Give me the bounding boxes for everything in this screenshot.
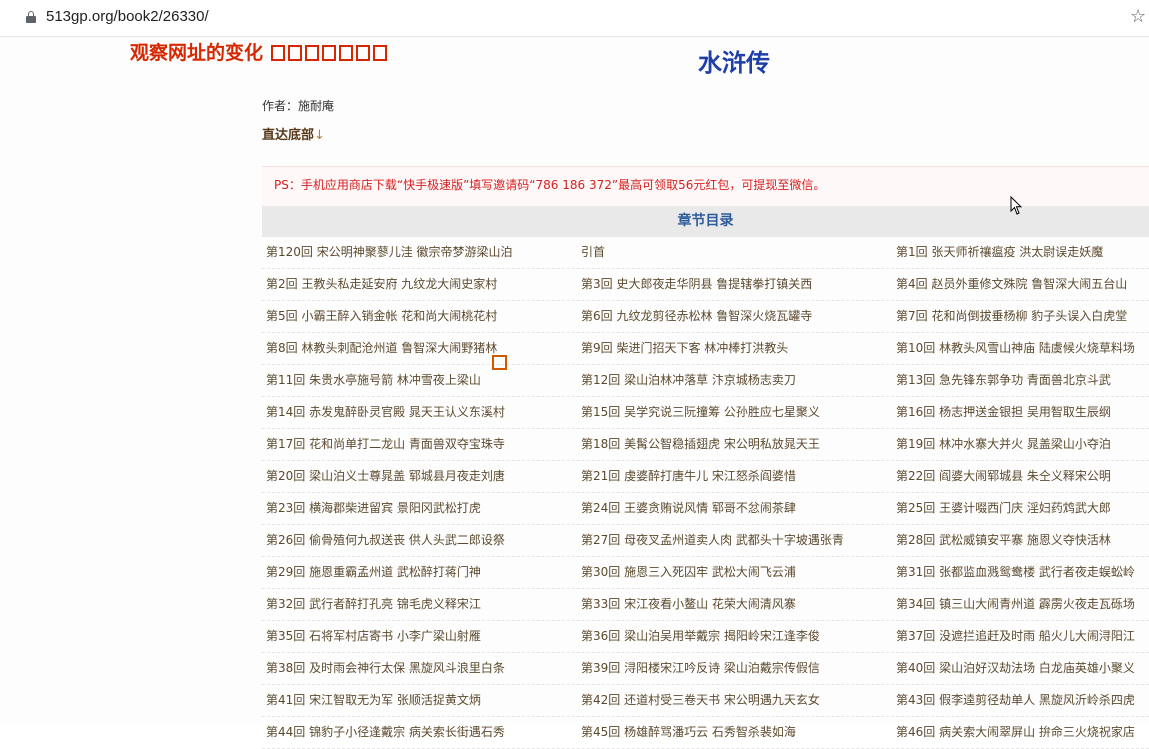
chapter-link[interactable]: 第37回 没遮拦追赶及时雨 船火儿大闹浔阳江: [896, 621, 1149, 651]
chapter-row: 第5回 小霸王醉入销金帐 花和尚大闹桃花村 第6回 九纹龙剪径赤松林 鲁智深火烧瓦…: [262, 301, 1149, 333]
chapter-link[interactable]: 第16回 杨志押送金银担 吴用智取生辰纲: [896, 397, 1149, 427]
chapter-list: 第120回 宋公明神聚蓼儿洼 徽宗帝梦游梁山泊 引首 第1回 张天师祈禳瘟疫 洪太尉…: [262, 237, 1149, 749]
url-text[interactable]: 513gp.org/book2/26330/: [46, 8, 209, 25]
missing-glyph-box: [288, 45, 303, 61]
book-author: 作者：施耐庵: [262, 99, 335, 113]
missing-glyph-box: [339, 45, 354, 61]
chapter-row: 第32回 武行者醉打孔亮 锦毛虎义释宋江 第33回 宋江夜看小鳌山 花荣大闹清风寨…: [262, 589, 1149, 621]
toc-header-title: 章节目录: [677, 213, 734, 229]
mouse-cursor-icon: [1010, 196, 1022, 215]
missing-glyph-box: [356, 45, 371, 61]
book-title: 水浒传: [698, 49, 770, 77]
chapter-link[interactable]: 第20回 梁山泊义士尊晁盖 郓城县月夜走刘唐: [266, 461, 576, 491]
chapter-link[interactable]: 第32回 武行者醉打孔亮 锦毛虎义释宋江: [266, 589, 576, 619]
chapter-link[interactable]: 第6回 九纹龙剪径赤松林 鲁智深火烧瓦罐寺: [581, 301, 891, 331]
lock-icon[interactable]: [26, 11, 36, 23]
chapter-link[interactable]: 第3回 史大郎夜走华阴县 鲁提辖拳打镇关西: [581, 269, 891, 299]
chapter-link[interactable]: 第9回 柴进门招天下客 林冲棒打洪教头: [581, 333, 891, 363]
chapter-link[interactable]: 第22回 阎婆大闹郓城县 朱仝义释宋公明: [896, 461, 1149, 491]
chapter-link[interactable]: 第8回 林教头刺配沧州道 鲁智深大闹野猪林: [266, 333, 576, 363]
chapter-link[interactable]: 第36回 梁山泊吴用举戴宗 揭阳岭宋江逢李俊: [581, 621, 891, 651]
chapter-row: 第2回 王教头私走延安府 九纹龙大闹史家村 第3回 史大郎夜走华阴县 鲁提辖拳打镇…: [262, 269, 1149, 301]
chapter-row: 第35回 石将军村店寄书 小李广梁山射雁 第36回 梁山泊吴用举戴宗 揭阳岭宋江逢…: [262, 621, 1149, 653]
chapter-link[interactable]: 第21回 虔婆醉打唐牛儿 宋江怒杀阎婆惜: [581, 461, 891, 491]
chapter-link[interactable]: 第39回 浔阳楼宋江吟反诗 梁山泊戴宗传假信: [581, 653, 891, 683]
chapter-link[interactable]: 第14回 赤发鬼醉卧灵官殿 晁天王认义东溪村: [266, 397, 576, 427]
chapter-link[interactable]: 第30回 施恩三入死囚牢 武松大闹飞云浦: [581, 557, 891, 587]
missing-glyph-box: [322, 45, 337, 61]
down-arrow-icon[interactable]: ↓: [314, 128, 325, 143]
chapter-row: 第8回 林教头刺配沧州道 鲁智深大闹野猪林 第9回 柴进门招天下客 林冲棒打洪教头…: [262, 333, 1149, 365]
chapter-link[interactable]: 第11回 朱贵水亭施号箭 林冲雪夜上梁山: [266, 365, 576, 395]
chapter-link[interactable]: 引首: [581, 237, 891, 267]
chapter-link[interactable]: 第33回 宋江夜看小鳌山 花荣大闹清风寨: [581, 589, 891, 619]
bookmark-star-icon[interactable]: ☆: [1130, 6, 1146, 27]
chapter-row: 第29回 施恩重霸孟州道 武松醉打蒋门神 第30回 施恩三入死囚牢 武松大闹飞云浦…: [262, 557, 1149, 589]
chapter-row: 第11回 朱贵水亭施号箭 林冲雪夜上梁山 第12回 梁山泊林冲落草 汴京城杨志卖刀…: [262, 365, 1149, 397]
go-bottom-link[interactable]: 直达底部↓: [262, 124, 325, 143]
chapter-link[interactable]: 第23回 横海郡柴进留宾 景阳冈武松打虎: [266, 493, 576, 523]
chapter-link[interactable]: 第2回 王教头私走延安府 九纹龙大闹史家村: [266, 269, 576, 299]
chapter-link[interactable]: 第34回 镇三山大闹青州道 霹雳火夜走瓦砾场: [896, 589, 1149, 619]
chapter-row: 第20回 梁山泊义士尊晁盖 郓城县月夜走刘唐 第21回 虔婆醉打唐牛儿 宋江怒杀阎…: [262, 461, 1149, 493]
chapter-row: 第38回 及时雨会神行太保 黑旋风斗浪里白条 第39回 浔阳楼宋江吟反诗 梁山泊戴…: [262, 653, 1149, 685]
chapter-row: 第14回 赤发鬼醉卧灵官殿 晁天王认义东溪村 第15回 吴学究说三阮撞筹 公孙胜应…: [262, 397, 1149, 429]
chapter-link[interactable]: 第41回 宋江智取无为军 张顺活捉黄文炳: [266, 685, 576, 715]
chapter-row: 第17回 花和尚单打二龙山 青面兽双夺宝珠寺 第18回 美髯公智稳插翅虎 宋公明私…: [262, 429, 1149, 461]
chapter-row: 第120回 宋公明神聚蓼儿洼 徽宗帝梦游梁山泊 引首 第1回 张天师祈禳瘟疫 洪太尉…: [262, 237, 1149, 269]
chapter-link[interactable]: 第1回 张天师祈禳瘟疫 洪太尉误走妖魔: [896, 237, 1149, 267]
missing-glyph-box: [373, 45, 388, 61]
chapter-link[interactable]: 第24回 王婆贪贿说风情 郓哥不忿闹茶肆: [581, 493, 891, 523]
chapter-link[interactable]: 第40回 梁山泊好汉劫法场 白龙庙英雄小聚义: [896, 653, 1149, 683]
overlay-caption-text: 观察网址的变化: [130, 42, 264, 64]
chapter-link[interactable]: 第18回 美髯公智稳插翅虎 宋公明私放晁天王: [581, 429, 891, 459]
chapter-link[interactable]: 第29回 施恩重霸孟州道 武松醉打蒋门神: [266, 557, 576, 587]
chapter-link[interactable]: 第19回 林冲水寨大并火 晁盖梁山小夺泊: [896, 429, 1149, 459]
chapter-link[interactable]: 第7回 花和尚倒拔垂杨柳 豹子头误入白虎堂: [896, 301, 1149, 331]
chapter-link[interactable]: 第17回 花和尚单打二龙山 青面兽双夺宝珠寺: [266, 429, 576, 459]
chapter-link[interactable]: 第38回 及时雨会神行太保 黑旋风斗浪里白条: [266, 653, 576, 683]
address-bar[interactable]: 513gp.org/book2/26330/ ☆: [0, 0, 1149, 37]
go-bottom-label[interactable]: 直达底部: [262, 128, 314, 143]
chapter-link[interactable]: 第4回 赵员外重修文殊院 鲁智深大闹五台山: [896, 269, 1149, 299]
chapter-link[interactable]: 第15回 吴学究说三阮撞筹 公孙胜应七星聚义: [581, 397, 891, 427]
chapter-row: 第41回 宋江智取无为军 张顺活捉黄文炳 第42回 还道村受三卷天书 宋公明遇九天…: [262, 685, 1149, 717]
chapter-link[interactable]: 第35回 石将军村店寄书 小李广梁山射雁: [266, 621, 576, 651]
chapter-link[interactable]: 第28回 武松威镇安平寨 施恩义夺快活林: [896, 525, 1149, 555]
chapter-link[interactable]: 第12回 梁山泊林冲落草 汴京城杨志卖刀: [581, 365, 891, 395]
missing-glyph-box: [271, 45, 286, 61]
chapter-link[interactable]: 第26回 偷骨殖何九叔送丧 供人头武二郎设祭: [266, 525, 576, 555]
chapter-link[interactable]: 第25回 王婆计啜西门庆 淫妇药鸩武大郎: [896, 493, 1149, 523]
missing-glyph-box: [305, 45, 320, 61]
chapter-row: 第23回 横海郡柴进留宾 景阳冈武松打虎 第24回 王婆贪贿说风情 郓哥不忿闹茶肆…: [262, 493, 1149, 525]
promo-notice-text: PS：手机应用商店下载“快手极速版”填写邀请码“786 186 372”最高可领…: [274, 178, 826, 192]
chapter-link[interactable]: 第43回 假李逵剪径劫单人 黑旋风沂岭杀四虎: [896, 685, 1149, 715]
overlay-caption: 观察网址的变化: [130, 38, 388, 65]
chapter-link[interactable]: 第5回 小霸王醉入销金帐 花和尚大闹桃花村: [266, 301, 576, 331]
chapter-row: 第26回 偷骨殖何九叔送丧 供人头武二郎设祭 第27回 母夜叉孟州道卖人肉 武都头…: [262, 525, 1149, 557]
chapter-link[interactable]: 第42回 还道村受三卷天书 宋公明遇九天玄女: [581, 685, 891, 715]
chapter-link[interactable]: 第120回 宋公明神聚蓼儿洼 徽宗帝梦游梁山泊: [266, 237, 576, 267]
chapter-link[interactable]: 第13回 急先锋东郭争功 青面兽北京斗武: [896, 365, 1149, 395]
chapter-link[interactable]: 第27回 母夜叉孟州道卖人肉 武都头十字坡遇张青: [581, 525, 891, 555]
chapter-link[interactable]: 第10回 林教头风雪山神庙 陆虞候火烧草料场: [896, 333, 1149, 363]
highlight-marker: [492, 355, 507, 370]
chapter-link[interactable]: 第31回 张都监血溅鸳鸯楼 武行者夜走蜈蚣岭: [896, 557, 1149, 587]
